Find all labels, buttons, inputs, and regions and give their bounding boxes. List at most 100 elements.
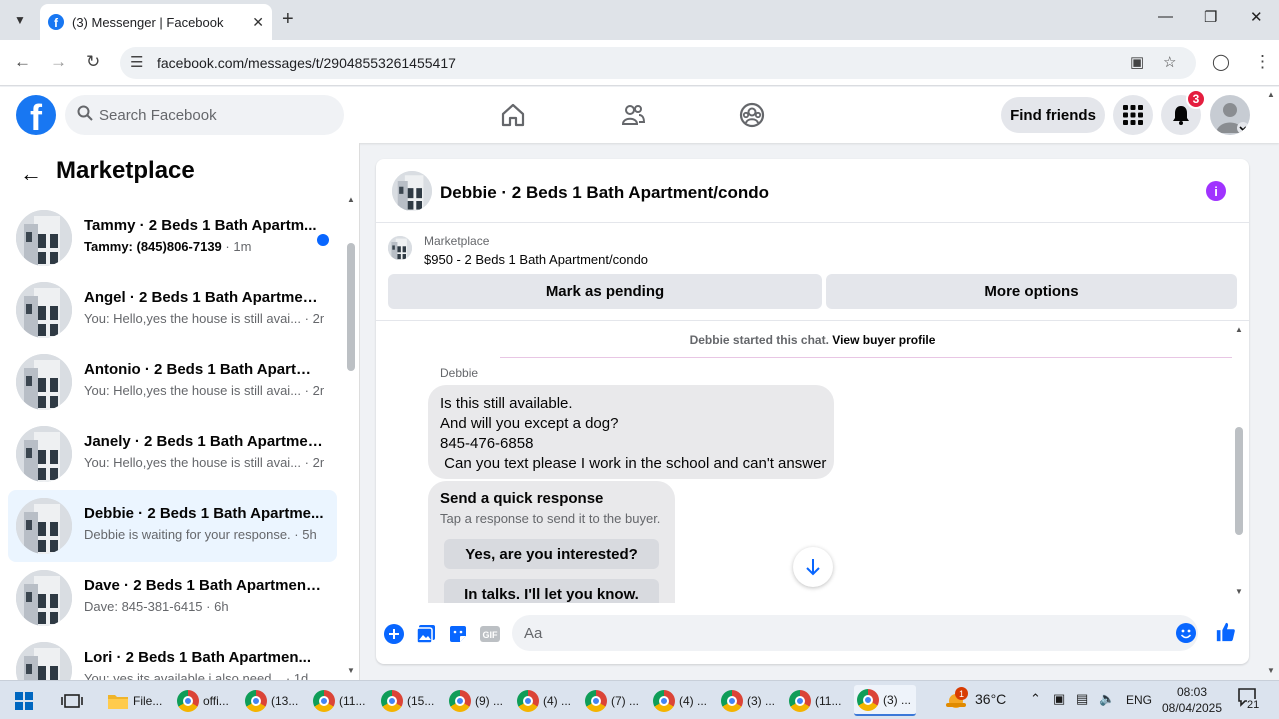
taskbar-chrome-window[interactable]: (3) ... (718, 685, 780, 716)
taskbar-item-label: (11... (339, 693, 366, 708)
windows-taskbar: File... offi... (13... (11... (15... (9) ... (… (0, 680, 1279, 719)
conversation-item[interactable]: Antonio · 2 Beds 1 Bath Apartme... You: H… (8, 346, 337, 418)
network-icon[interactable]: ▤ (1076, 691, 1088, 707)
conversation-name: Janely · 2 Beds 1 Bath Apartmen... (84, 433, 324, 450)
system-clock[interactable]: 08:03 08/04/2025 (1160, 684, 1224, 716)
listing-price-title[interactable]: $950 - 2 Beds 1 Bath Apartment/condo (424, 252, 648, 267)
gif-icon[interactable]: GIF (479, 623, 501, 645)
list-scrollbar[interactable] (347, 243, 355, 371)
taskbar-chrome-window[interactable]: (7) ... (582, 685, 644, 716)
chat-title[interactable]: Debbie · 2 Beds 1 Bath Apartment/condo (440, 183, 769, 203)
conversation-preview: You: yes its available i also need... · … (84, 671, 324, 680)
menu-grid-icon[interactable] (1113, 95, 1153, 135)
chrome-icon (585, 689, 607, 712)
new-tab-button[interactable]: + (282, 8, 294, 30)
browser-toolbar: ← → ↻ ☰ facebook.com/messages/t/29048553… (0, 40, 1279, 86)
show-hidden-icons-icon[interactable]: ⌃ (1030, 691, 1041, 707)
windows-start-icon[interactable] (12, 685, 36, 716)
conversation-item[interactable]: Debbie · 2 Beds 1 Bath Apartme... Debbie … (8, 490, 337, 562)
thread-scroll-down-icon[interactable]: ▼ (1235, 587, 1243, 596)
message-input-box[interactable] (512, 615, 1198, 651)
home-icon[interactable] (499, 101, 527, 129)
back-arrow-icon[interactable]: ← (20, 161, 42, 187)
conversation-item[interactable]: Tammy · 2 Beds 1 Bath Apartm... Tammy: (8… (8, 202, 337, 274)
conversation-thumbnail (16, 210, 72, 266)
more-options-button[interactable]: More options (826, 274, 1237, 309)
find-friends-button[interactable]: Find friends (1001, 97, 1105, 133)
friends-icon[interactable] (619, 101, 647, 129)
conversation-preview-text: You: Hello,yes the house is still avai..… (84, 311, 302, 326)
conversation-thumbnail (16, 354, 72, 410)
list-scroll-up-icon[interactable]: ▲ (347, 195, 355, 204)
page-scroll-down-icon[interactable]: ▼ (1267, 666, 1275, 675)
info-icon[interactable]: i (1206, 181, 1226, 201)
volume-icon[interactable]: 🔈 (1099, 691, 1115, 707)
message-input[interactable] (524, 615, 1154, 651)
quick-reply-button[interactable]: Yes, are you interested? (444, 539, 659, 569)
conversation-name: Antonio · 2 Beds 1 Bath Apartme... (84, 361, 324, 378)
listing-thumbnail[interactable] (392, 171, 432, 211)
close-window-icon[interactable]: ✕ (1250, 8, 1263, 26)
conversation-item[interactable]: Dave · 2 Beds 1 Bath Apartment/... Dave: … (8, 562, 337, 634)
forward-icon[interactable]: → (50, 52, 67, 72)
list-scroll-down-icon[interactable]: ▼ (347, 666, 355, 675)
quick-reply-button[interactable]: In talks. I'll let you know. (444, 579, 659, 603)
language-indicator[interactable]: ENG (1126, 693, 1152, 707)
taskbar-chrome-window[interactable]: (11... (786, 685, 848, 716)
account-avatar[interactable] (1210, 95, 1250, 135)
conversation-item[interactable]: Janely · 2 Beds 1 Bath Apartmen... You: H… (8, 418, 337, 490)
sticker-icon[interactable] (447, 623, 469, 645)
meet-now-icon[interactable]: ▣ (1053, 691, 1065, 707)
mark-as-pending-button[interactable]: Mark as pending (388, 274, 822, 309)
conversation-item[interactable]: Lori · 2 Beds 1 Bath Apartmen... You: yes… (8, 634, 337, 680)
temperature-text[interactable]: 36°C (975, 691, 1006, 707)
photo-icon[interactable] (415, 623, 437, 645)
conversation-item[interactable]: Angel · 2 Beds 1 Bath Apartment... You: H… (8, 274, 337, 346)
conversation-preview-text: You: yes its available i also need... (84, 671, 283, 680)
add-plus-icon[interactable] (383, 623, 405, 645)
taskbar-chrome-window[interactable]: (3) ... (854, 685, 916, 716)
listing-small-thumbnail[interactable] (388, 236, 412, 260)
browser-tab-messenger[interactable]: f (3) Messenger | Facebook ✕ (40, 4, 272, 40)
search-input[interactable] (99, 95, 329, 135)
restore-icon[interactable]: ❐ (1204, 8, 1217, 26)
scroll-to-bottom-button[interactable] (793, 547, 833, 587)
profile-icon[interactable]: ◯ (1212, 52, 1230, 72)
taskbar-chrome-window[interactable]: offi... (174, 685, 236, 716)
taskbar-chrome-window[interactable]: (13... (242, 685, 304, 716)
site-info-icon[interactable]: ☰ (130, 53, 143, 71)
listing-bar: Marketplace $950 - 2 Beds 1 Bath Apartme… (376, 223, 1249, 321)
facebook-logo-icon[interactable]: f (16, 95, 56, 135)
bookmark-star-icon[interactable]: ☆ (1163, 53, 1176, 71)
svg-text:GIF: GIF (483, 630, 499, 640)
conversation-time: · 1m (221, 239, 252, 254)
close-tab-icon[interactable]: ✕ (252, 14, 264, 31)
minimize-icon[interactable]: — (1158, 8, 1173, 25)
conversation-name: Angel · 2 Beds 1 Bath Apartment... (84, 289, 324, 306)
browser-menu-icon[interactable]: ⋮ (1254, 52, 1271, 72)
groups-icon[interactable] (738, 101, 766, 129)
taskbar-chrome-window[interactable]: (4) ... (514, 685, 576, 716)
emoji-icon[interactable] (1176, 623, 1196, 648)
conversation-preview: Tammy: (845)806-7139 · 1m (84, 239, 324, 254)
marketplace-conversations-panel: ← Marketplace ▲ ▼ Tammy · 2 Beds 1 Bath … (0, 143, 360, 680)
thumbs-up-icon[interactable] (1215, 621, 1237, 643)
address-bar[interactable]: ☰ facebook.com/messages/t/29048553261455… (120, 47, 1196, 79)
taskbar-chrome-window[interactable]: (15... (378, 685, 440, 716)
taskbar-chrome-window[interactable]: (9) ... (446, 685, 508, 716)
thread-scrollbar[interactable] (1235, 427, 1243, 535)
clock-time: 08:03 (1176, 685, 1208, 699)
taskbar-chrome-window[interactable]: (11... (310, 685, 372, 716)
taskbar-chrome-window[interactable]: (4) ... (650, 685, 712, 716)
tab-search-dropdown[interactable]: ▼ (8, 8, 32, 32)
install-app-icon[interactable]: ▣ (1130, 53, 1144, 71)
page-scroll-up-icon[interactable]: ▲ (1267, 90, 1275, 99)
thread-scroll-up-icon[interactable]: ▲ (1235, 325, 1243, 334)
view-buyer-profile-link[interactable]: View buyer profile (832, 333, 935, 347)
chrome-icon (313, 689, 335, 712)
reload-icon[interactable]: ↻ (86, 52, 100, 72)
back-icon[interactable]: ← (14, 52, 31, 72)
taskbar-file-explorer[interactable]: File... (104, 685, 166, 716)
task-view-icon[interactable] (58, 685, 86, 716)
search-bar[interactable] (65, 95, 344, 135)
